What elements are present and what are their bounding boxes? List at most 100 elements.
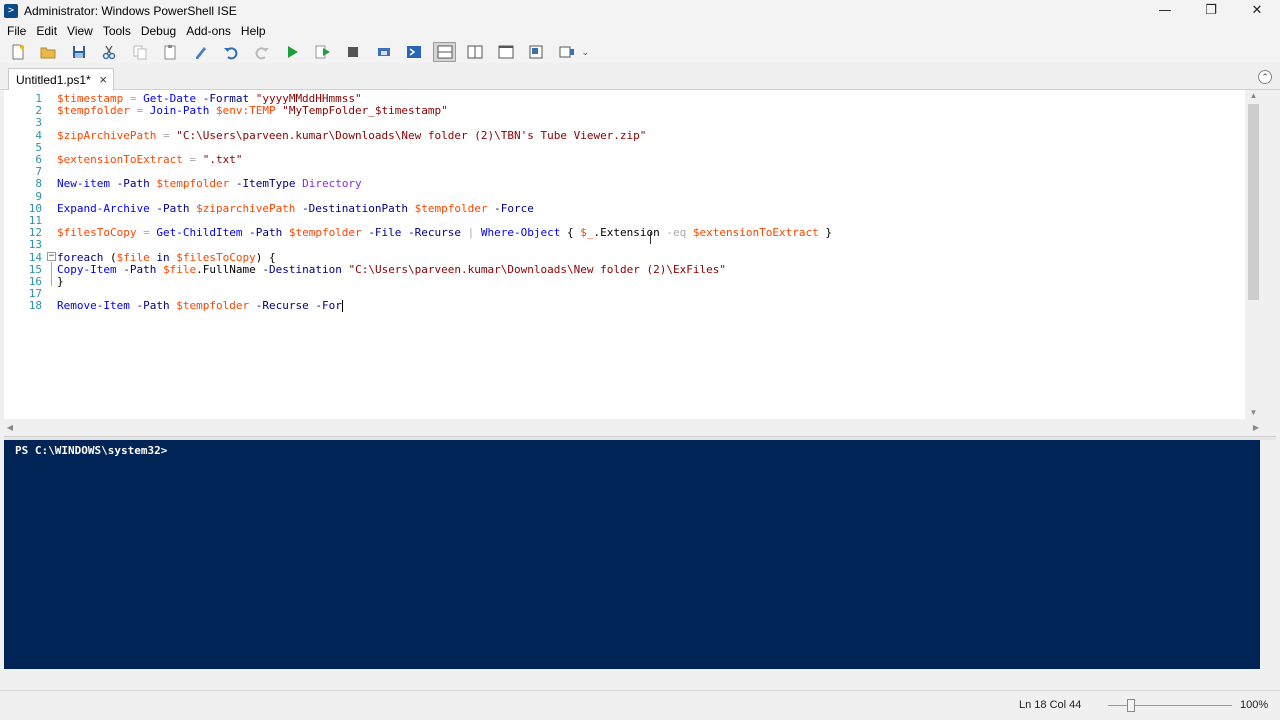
scroll-up-icon[interactable]: ▲	[1245, 90, 1262, 102]
powershell-icon: >	[4, 3, 18, 18]
code-line[interactable]: Remove-Item -Path $tempfolder -Recurse -…	[57, 299, 343, 313]
code-token: "yyyyMMddHHmmss"	[255, 92, 362, 105]
menu-help[interactable]: Help	[236, 21, 271, 41]
new-button[interactable]	[6, 42, 29, 62]
close-icon: ✕	[1251, 3, 1263, 18]
stop-button[interactable]	[342, 42, 365, 62]
code-token: $extensionToExtract	[692, 226, 819, 240]
line-number: 4	[35, 128, 42, 142]
scroll-left-icon[interactable]: ◀	[4, 422, 16, 434]
script-horizontal-scrollbar[interactable]: ◀ ▶	[4, 422, 1262, 434]
code-line[interactable]: $timestamp = Get-Date -Format "yyyyMMddH…	[57, 93, 362, 105]
command-addon-button[interactable]	[525, 42, 548, 62]
code-token: "MyTempFolder_$timestamp"	[282, 104, 448, 118]
code-token: $tempfolder	[176, 299, 250, 313]
scroll-thumb[interactable]	[1248, 104, 1259, 300]
line-number: 9	[35, 189, 42, 203]
tab-untitled1[interactable]: Untitled1.ps1* ×	[8, 68, 114, 90]
fold-toggle-icon[interactable]: −	[47, 252, 56, 261]
toolbar-overflow-icon[interactable]: ⌄	[582, 47, 590, 58]
code-line[interactable]: $extensionToExtract = ".txt"	[57, 154, 242, 166]
code-token: -Recurse	[255, 299, 309, 313]
code-line[interactable]: }	[57, 276, 64, 288]
redo-button[interactable]	[250, 42, 273, 62]
menu-addons[interactable]: Add-ons	[181, 21, 236, 41]
undo-icon	[224, 47, 238, 60]
line-number-gutter: 1 2 3 4 5 6 7 8 9 10 11 12 13 14 15 16 17 18	[4, 90, 46, 419]
remote-powershell-button[interactable]	[372, 42, 395, 62]
layout-top-icon	[437, 45, 452, 59]
start-powershell-button[interactable]	[403, 42, 426, 62]
console-horizontal-scrollbar[interactable]	[4, 671, 1276, 685]
console-vertical-scrollbar[interactable]	[1260, 440, 1276, 669]
restore-button[interactable]: ❐	[1188, 0, 1234, 21]
layout-right-button[interactable]	[464, 42, 487, 62]
title-bar: > Administrator: Windows PowerShell ISE …	[0, 0, 1280, 21]
script-editor[interactable]: 1 2 3 4 5 6 7 8 9 10 11 12 13 14 15 16 17 18 − $timestamp…	[4, 90, 1262, 419]
menu-file[interactable]: File	[2, 21, 31, 41]
code-token: -File	[368, 226, 402, 240]
scroll-right-icon[interactable]: ▶	[1250, 422, 1262, 434]
code-token: $file	[162, 262, 197, 276]
code-token: -Format	[202, 92, 250, 105]
code-token: -Path	[156, 201, 190, 215]
code-token: Remove-Item	[57, 299, 130, 313]
menu-edit[interactable]: Edit	[31, 21, 62, 41]
layout-max-button[interactable]	[494, 42, 517, 62]
cut-button[interactable]	[98, 42, 121, 62]
cut-icon	[102, 45, 116, 60]
code-line[interactable]: New-item -Path $tempfolder -ItemType Dir…	[57, 178, 362, 190]
menu-view[interactable]: View	[62, 21, 98, 41]
script-vertical-scrollbar[interactable]: ▲ ▼	[1245, 90, 1262, 419]
code-token: foreach	[57, 250, 104, 264]
code-line[interactable]: foreach ($file in $filesToCopy) {	[57, 250, 276, 264]
run-button[interactable]	[281, 42, 304, 62]
save-button[interactable]	[67, 42, 90, 62]
zoom-slider-thumb[interactable]	[1127, 699, 1135, 712]
code-token: $tempfolder	[156, 177, 230, 191]
minimize-button[interactable]: —	[1142, 0, 1188, 21]
code-line[interactable]: $tempfolder = Join-Path $env:TEMP "MyTem…	[57, 105, 448, 117]
menu-tools[interactable]: Tools	[98, 21, 136, 41]
copy-button[interactable]	[128, 42, 151, 62]
scroll-down-icon[interactable]: ▼	[1245, 407, 1262, 419]
copy-icon	[133, 45, 146, 60]
console-pane[interactable]: PS C:\WINDOWS\system32>	[4, 440, 1260, 669]
code-line[interactable]: Expand-Archive -Path $ziparchivePath -De…	[57, 201, 534, 215]
code-token: New-item	[57, 177, 110, 191]
close-button[interactable]: ✕	[1234, 0, 1280, 21]
window-controls: — ❐ ✕	[1142, 0, 1280, 21]
mouse-ibeam-cursor	[650, 232, 651, 244]
code-line[interactable]: $filesToCopy = Get-ChildItem -Path $temp…	[57, 227, 832, 239]
menu-debug[interactable]: Debug	[136, 21, 181, 41]
clear-button[interactable]	[189, 42, 212, 62]
open-button[interactable]	[37, 42, 60, 62]
paste-button[interactable]	[159, 42, 182, 62]
code-token: -For	[315, 299, 342, 313]
undo-button[interactable]	[220, 42, 243, 62]
line-number: 17	[28, 287, 42, 301]
layout-top-button[interactable]	[433, 42, 456, 62]
tab-close-icon[interactable]: ×	[99, 72, 107, 87]
code-token: $zipArchivePath	[57, 128, 157, 142]
code-token: =	[143, 226, 150, 240]
code-token: "C:\Users\parveen.kumar\Downloads\New fo…	[176, 128, 647, 142]
run-selection-button[interactable]	[311, 42, 334, 62]
powershell-ise-window: > Administrator: Windows PowerShell ISE …	[0, 0, 1280, 720]
code-area[interactable]: $timestamp = Get-Date -Format "yyyyMMddH…	[57, 90, 1262, 419]
code-line[interactable]: Copy-Item -Path $file.FullName -Destinat…	[57, 262, 726, 276]
snippet-button[interactable]	[555, 42, 578, 62]
collapse-script-pane-icon[interactable]: ⌃	[1258, 70, 1272, 84]
cursor-position: Ln 18 Col 44	[1019, 699, 1082, 711]
code-token: Join-Path	[149, 104, 210, 118]
line-number: 18	[28, 299, 42, 313]
code-token: -Force	[494, 201, 534, 215]
toolbar: ⌄	[0, 41, 1280, 63]
code-line[interactable]: $zipArchivePath = "C:\Users\parveen.kuma…	[57, 128, 647, 142]
code-token: -Path	[249, 226, 283, 240]
code-token: -Path	[123, 262, 157, 276]
line-number: 11	[28, 214, 42, 227]
